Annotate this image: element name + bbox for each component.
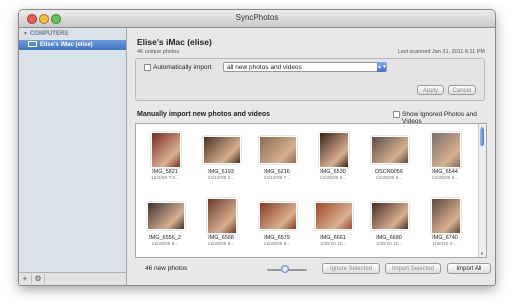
photo-thumbnail[interactable]: [259, 202, 297, 230]
photo-grid: ▲ ▼ IMG_582112/4/09 7:0...IMG_619312/18/…: [135, 123, 487, 258]
new-photos-count: 46 new photos: [145, 265, 188, 272]
photo-thumbnail[interactable]: [371, 202, 409, 230]
scrollbar-thumb[interactable]: [480, 128, 484, 146]
photo-date: 1/30/10 11...: [319, 242, 347, 247]
photo-date: 12/25/09 9...: [151, 242, 179, 247]
photo-item[interactable]: IMG_6661 1/30/10 11...: [306, 194, 360, 254]
photo-thumbnail[interactable]: [431, 132, 461, 168]
photo-thumbnail[interactable]: [207, 198, 237, 234]
photo-item[interactable]: IMG_6544 12/25/09 8...: [418, 128, 472, 188]
photo-thumbnail[interactable]: [203, 136, 241, 164]
photo-date: 12/4/09 7:0...: [150, 176, 179, 181]
main-pane: Elise's iMac (elise) 46 unique photos La…: [127, 28, 495, 285]
photo-date: 12/18/09 3...: [207, 176, 235, 181]
auto-import-select[interactable]: all new photos and videos ▲▼: [223, 62, 387, 72]
photo-item[interactable]: IMG_6579 12/25/09 9...: [250, 194, 304, 254]
photo-name: IMG_6544: [432, 169, 458, 175]
gear-icon[interactable]: ⚙: [32, 274, 45, 284]
photo-name: IMG_6193: [208, 169, 234, 175]
window-title: SyncPhotos: [235, 13, 279, 22]
photo-date: 12/25/09 8...: [319, 176, 347, 181]
auto-import-selected-option: all new photos and videos: [227, 64, 302, 71]
cancel-button[interactable]: Cancel: [448, 85, 476, 95]
photo-name: IMG_6661: [320, 235, 346, 241]
auto-import-label: Automatically import: [153, 64, 212, 71]
manual-import-title: Manually import new photos and videos: [137, 111, 271, 118]
ignore-selected-button[interactable]: Ignore Selected: [322, 263, 380, 274]
select-arrows-icon: ▲▼: [377, 62, 387, 72]
photo-name: IMG_6568: [208, 235, 234, 241]
sidebar-section-header[interactable]: ▼ COMPUTERS: [23, 31, 68, 37]
disclosure-triangle-icon[interactable]: ▼: [23, 31, 28, 37]
photo-item[interactable]: IMG_6193 12/18/09 3...: [194, 128, 248, 188]
device-title: Elise's iMac (elise): [137, 37, 212, 47]
sidebar-item-label: Elise's iMac (elise): [40, 42, 93, 48]
photo-item[interactable]: IMG_6680 1/30/10 11...: [362, 194, 416, 254]
photo-date: 1/30/10 11...: [375, 242, 403, 247]
import-all-button[interactable]: Import All: [447, 263, 491, 274]
bottom-bar: 46 new photos Ignore Selected Import Sel…: [127, 260, 495, 282]
photo-name: IMG_6216: [264, 169, 290, 175]
photo-date: 12/25/09 9...: [263, 242, 291, 247]
sidebar: ▼ COMPUTERS Elise's iMac (elise) + ⚙: [19, 28, 127, 285]
photo-thumbnail[interactable]: [259, 136, 297, 164]
photo-thumbnail[interactable]: [371, 136, 409, 164]
photo-item[interactable]: IMG_6530 12/25/09 8...: [306, 128, 360, 188]
photo-name: DSCN0056: [375, 169, 403, 175]
apply-button[interactable]: Apply: [417, 85, 444, 95]
photo-date: 12/25/09 8...: [431, 176, 459, 181]
photo-name: IMG_6680: [376, 235, 402, 241]
photo-item[interactable]: IMG_6216 12/18/09 7...: [250, 128, 304, 188]
import-selected-button[interactable]: Import Selected: [385, 263, 441, 274]
show-ignored-checkbox[interactable]: [393, 111, 400, 118]
add-icon[interactable]: +: [19, 274, 32, 284]
computer-icon: [28, 41, 37, 48]
photo-item[interactable]: DSCN0056 12/25/09 8...: [362, 128, 416, 188]
auto-import-checkbox[interactable]: [144, 64, 151, 71]
photo-thumbnail[interactable]: [319, 132, 349, 168]
photo-thumbnail[interactable]: [147, 202, 185, 230]
photo-item[interactable]: IMG_6740 1/30/10 4:...: [418, 194, 472, 254]
photo-date: 1/30/10 4:...: [432, 242, 458, 247]
photo-item[interactable]: IMG_6556_2 12/25/09 9...: [138, 194, 192, 254]
photo-name: IMG_6579: [264, 235, 290, 241]
title-bar: SyncPhotos: [19, 10, 495, 28]
sidebar-toolbar: + ⚙: [19, 272, 126, 285]
photo-thumbnail[interactable]: [431, 198, 461, 234]
thumbnail-size-slider-knob[interactable]: [281, 265, 289, 273]
photo-date: 12/18/09 7...: [263, 176, 291, 181]
photo-date: 12/25/09 9...: [207, 242, 235, 247]
sidebar-header-label: COMPUTERS: [29, 31, 69, 37]
scroll-down-icon[interactable]: ▼: [480, 251, 484, 256]
app-window: SyncPhotos ▼ COMPUTERS Elise's iMac (elis…: [18, 9, 496, 286]
photo-name: IMG_6740: [432, 235, 458, 241]
photo-item[interactable]: IMG_5821 12/4/09 7:0...: [138, 128, 192, 188]
photo-date: 12/25/09 8...: [375, 176, 403, 181]
photo-name: IMG_6556_2: [149, 235, 181, 241]
vertical-scrollbar[interactable]: ▲ ▼: [478, 124, 486, 257]
auto-import-panel: Automatically import all new photos and …: [135, 58, 485, 101]
photo-thumbnail[interactable]: [315, 202, 353, 230]
photo-name: IMG_5821: [152, 169, 178, 175]
device-photo-count: 46 unique photos: [137, 49, 180, 55]
sidebar-item-computer[interactable]: Elise's iMac (elise): [19, 40, 126, 50]
photo-name: IMG_6530: [320, 169, 346, 175]
photo-thumbnail[interactable]: [151, 132, 181, 168]
photo-item[interactable]: IMG_6568 12/25/09 9...: [194, 194, 248, 254]
last-scanned-label: Last scanned Jan 31, 2011 6:11 PM: [397, 49, 485, 55]
